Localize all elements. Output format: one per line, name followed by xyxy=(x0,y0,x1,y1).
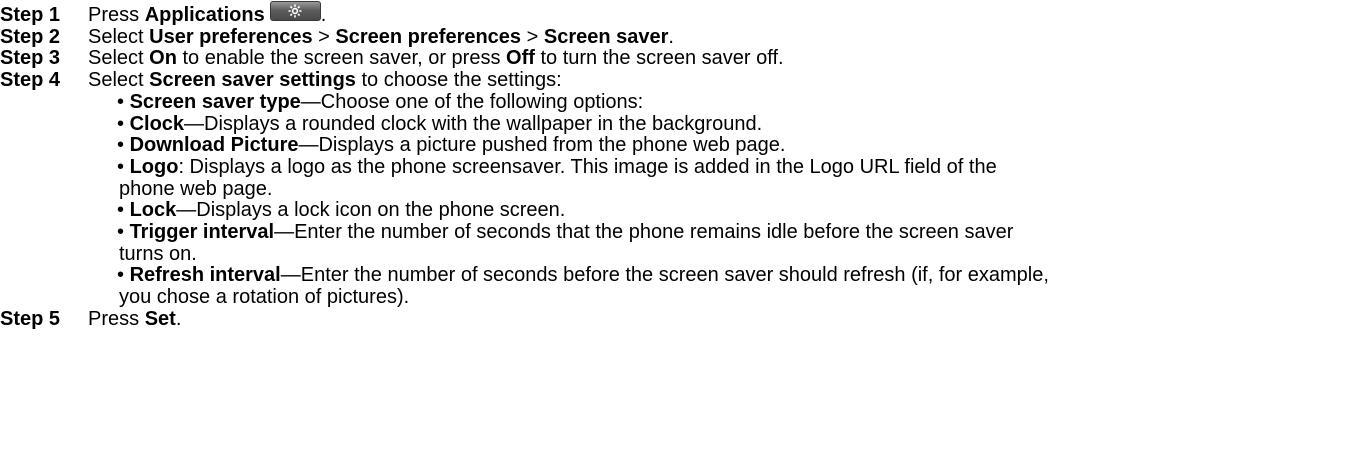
user-preferences-term: User preferences xyxy=(149,25,313,48)
bullet-clock: • Clock—Displays a rounded clock with th… xyxy=(117,112,1366,136)
bullet-mark: • xyxy=(117,90,130,113)
menu-separator: > xyxy=(312,25,336,48)
step-text-plain: Select xyxy=(88,69,150,92)
bullet-mark: • xyxy=(117,112,130,135)
bullet-refresh-interval: • Refresh interval—Enter the number of s… xyxy=(117,265,1366,287)
bullet-mark: • xyxy=(117,134,130,157)
step-text-plain: to turn the screen saver off. xyxy=(534,47,784,70)
bullet-mark: • xyxy=(117,199,130,222)
step-text-plain: Press xyxy=(88,4,145,26)
bullet-term: Clock xyxy=(129,112,185,135)
bullet-text: —Choose one of the following options: xyxy=(300,90,644,113)
step-text-plain: Select xyxy=(88,25,150,48)
off-term: Off xyxy=(506,47,535,70)
bullet-text: —Enter the number of seconds that the ph… xyxy=(274,221,1014,244)
step-label: Step 2 xyxy=(0,25,61,48)
step-label: Step 4 xyxy=(0,69,61,92)
step-text: Press Applications. xyxy=(88,1,1366,27)
screen-preferences-term: Screen preferences xyxy=(335,25,522,48)
bullet-term: Screen saver type xyxy=(129,90,301,113)
bullet-download-picture: • Download Picture—Displays a picture pu… xyxy=(117,134,1366,157)
step-text-plain: Select xyxy=(88,47,150,70)
step-text: Select Screen saver settings to choose t… xyxy=(88,69,1366,92)
bullet-text: —Displays a rounded clock with the wallp… xyxy=(184,112,763,135)
screen-saver-settings-term: Screen saver settings xyxy=(149,69,356,92)
bullet-lock: • Lock—Displays a lock icon on the phone… xyxy=(117,199,1366,222)
bullet-term: Download Picture xyxy=(129,134,299,157)
bullet-text: : Displays a logo as the phone screensav… xyxy=(178,155,997,178)
step-text: Select On to enable the screen saver, or… xyxy=(88,48,1366,70)
applications-term: Applications xyxy=(144,4,265,26)
settings-bullet-list: • Screen saver type—Choose one of the fo… xyxy=(117,90,1366,309)
bullet-logo: • Logo: Displays a logo as the phone scr… xyxy=(117,155,1366,179)
step-label: Step 1 xyxy=(0,4,61,26)
step-text-plain: . xyxy=(175,307,182,330)
step-text: Select User preferences > Screen prefere… xyxy=(88,25,1366,49)
bullet-logo-continuation: phone web page. xyxy=(119,177,273,200)
procedure-document: Step 1 Press Applications. Step 2 Select… xyxy=(0,0,1366,331)
step-label: Step 3 xyxy=(0,47,61,70)
step-2: Step 2 Select User preferences > Screen … xyxy=(0,25,1366,49)
bullet-refresh-continuation: you chose a rotation of pictures). xyxy=(119,286,410,309)
bullet-mark: • xyxy=(117,221,130,244)
set-term: Set xyxy=(144,307,176,330)
gear-icon xyxy=(287,1,303,23)
bullet-term: Lock xyxy=(129,199,177,222)
bullet-term: Trigger interval xyxy=(129,221,275,244)
bullet-text: —Displays a picture pushed from the phon… xyxy=(298,134,786,157)
screen-saver-term: Screen saver xyxy=(543,25,669,48)
step-text-plain: . xyxy=(320,4,327,26)
step-text: Press Set. xyxy=(88,307,1366,331)
bullet-text: —Displays a lock icon on the phone scree… xyxy=(176,199,566,222)
bullet-mark: • xyxy=(117,264,130,287)
bullet-trigger-continuation: turns on. xyxy=(119,242,197,265)
on-term: On xyxy=(149,47,177,70)
bullet-term: Refresh interval xyxy=(129,264,281,287)
step-3: Step 3 Select On to enable the screen sa… xyxy=(0,48,1366,70)
step-text-plain: to choose the settings: xyxy=(355,69,562,92)
step-1: Step 1 Press Applications. xyxy=(0,1,1366,27)
step-text-plain: to enable the screen saver, or press xyxy=(176,47,507,70)
bullet-trigger-interval: • Trigger interval—Enter the number of s… xyxy=(117,221,1366,244)
menu-separator: > xyxy=(521,25,544,48)
bullet-text: —Enter the number of seconds before the … xyxy=(280,264,1049,287)
bullet-screen-saver-type: • Screen saver type—Choose one of the fo… xyxy=(117,90,1366,114)
step-label: Step 5 xyxy=(0,307,61,330)
bullet-term: Logo xyxy=(129,155,179,178)
step-text-plain: . xyxy=(668,25,674,48)
bullet-mark: • xyxy=(117,155,130,178)
step-text-plain: Press xyxy=(88,307,145,330)
applications-button-image xyxy=(269,1,321,23)
step-5: Step 5 Press Set. xyxy=(0,307,1366,331)
step-4: Step 4 Select Screen saver settings to c… xyxy=(0,69,1366,92)
